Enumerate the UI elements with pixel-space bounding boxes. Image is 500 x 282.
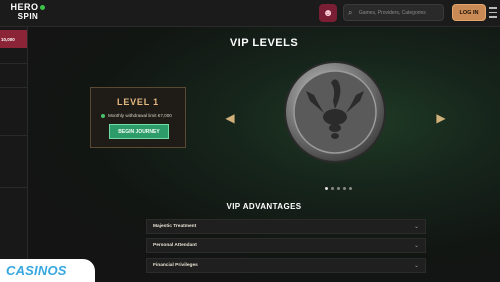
level-perk: Monthly withdrawal limit €7,000 (101, 113, 172, 118)
sidebar: 10,000 (0, 27, 28, 262)
sidebar-divider (0, 63, 27, 64)
profile-button[interactable]: ☻ (319, 4, 337, 22)
search-input[interactable] (358, 9, 443, 16)
perk-icon (101, 113, 105, 118)
level-perk-text: Monthly withdrawal limit €7,000 (108, 113, 172, 118)
advantage-item[interactable]: Majestic Treatment ⌄ (146, 219, 426, 234)
advantage-label: Personal Attendant (153, 243, 197, 248)
slider-dot[interactable] (349, 187, 352, 190)
logo-dot-icon (39, 5, 45, 11)
page-title: VIP LEVELS (229, 37, 299, 49)
main-content: VIP LEVELS ◀ ▶ LEVEL 1 Monthly withdrawa… (28, 27, 500, 282)
hero-spin-logo[interactable]: HERO SPIN (6, 2, 50, 24)
advantage-item[interactable]: Financial Privileges ⌄ (146, 258, 426, 273)
sidebar-promo[interactable]: 10,000 (0, 30, 27, 48)
sidebar-divider (0, 187, 27, 188)
slider-dot[interactable] (337, 187, 340, 190)
menu-icon[interactable] (489, 6, 497, 19)
slider-dot[interactable] (325, 187, 328, 190)
search-box[interactable]: ⌕ (343, 4, 444, 21)
begin-journey-button[interactable]: BEGIN JOURNEY (109, 124, 169, 139)
advantage-label: Financial Privileges (153, 263, 198, 268)
login-button[interactable]: LOG IN (452, 4, 486, 21)
level-card: LEVEL 1 Monthly withdrawal limit €7,000 … (90, 87, 186, 148)
slider-dot[interactable] (343, 187, 346, 190)
chevron-down-icon: ⌄ (413, 243, 419, 249)
arrow-right-icon[interactable]: ▶ (435, 112, 447, 124)
search-icon: ⌕ (348, 7, 353, 17)
logo-line-2: SPIN (17, 12, 39, 21)
slider-dot[interactable] (331, 187, 334, 190)
top-bar: HERO SPIN ☻ ⌕ LOG IN (0, 0, 500, 27)
chevron-down-icon: ⌄ (413, 263, 419, 269)
advantage-item[interactable]: Personal Attendant ⌄ (146, 238, 426, 253)
level-title: LEVEL 1 (117, 97, 159, 107)
slider-dots (325, 187, 352, 190)
watermark-text: CASINOS (6, 263, 67, 278)
scorpion-medallion-icon (284, 61, 386, 163)
advantages-title: VIP ADVANTAGES (226, 202, 302, 211)
casinos-watermark: CASINOS (0, 259, 95, 282)
profile-icon: ☻ (322, 7, 334, 19)
chevron-down-icon: ⌄ (413, 224, 419, 230)
advantage-label: Majestic Treatment (153, 224, 197, 229)
logo-line-1: HERO (10, 2, 39, 12)
arrow-left-icon[interactable]: ◀ (224, 112, 236, 124)
sidebar-divider (0, 135, 27, 136)
sidebar-divider (0, 87, 27, 88)
